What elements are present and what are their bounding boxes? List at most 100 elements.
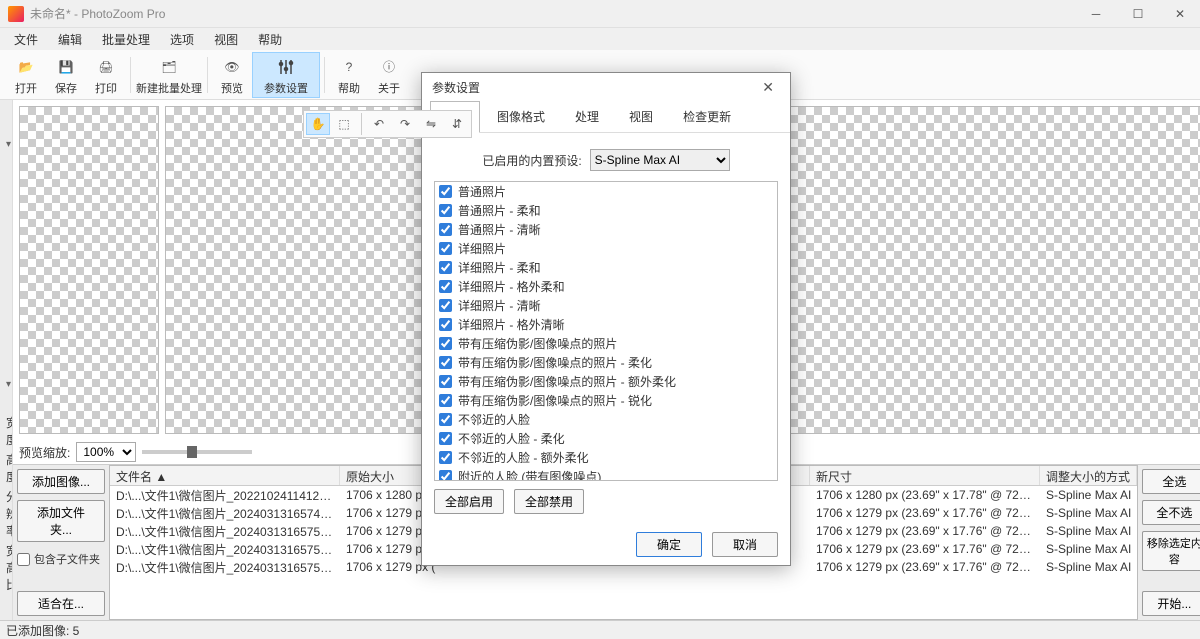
rotate-left-icon[interactable]: ↶: [367, 113, 391, 135]
preset-item[interactable]: 不邻近的人脸 - 柔化: [435, 429, 777, 448]
status-bar: 已添加图像: 5: [0, 620, 1200, 638]
toolbar-open[interactable]: 📂打开: [6, 52, 46, 98]
preset-item[interactable]: 普通照片 - 清晰: [435, 220, 777, 239]
view-tools: ✋ ⬚ ↶ ↷ ⇋ ⇵: [303, 110, 472, 138]
toolbar-help[interactable]: ?帮助: [329, 52, 369, 98]
col-newsize[interactable]: 新尺寸: [810, 466, 1040, 485]
ok-button[interactable]: 确定: [636, 532, 702, 557]
preset-checkbox[interactable]: [439, 451, 452, 464]
hand-tool[interactable]: ✋: [306, 113, 330, 135]
preset-item[interactable]: 详细照片: [435, 239, 777, 258]
preset-checkbox[interactable]: [439, 185, 452, 198]
col-method[interactable]: 调整大小的方式: [1040, 466, 1137, 485]
preset-item[interactable]: 带有压缩伪影/图像噪点的照片 - 锐化: [435, 391, 777, 410]
preset-item[interactable]: 详细照片 - 格外清晰: [435, 315, 777, 334]
rotate-right-icon[interactable]: ↷: [393, 113, 417, 135]
sliders-icon: [275, 56, 297, 78]
app-icon: [8, 6, 24, 22]
preset-checkbox[interactable]: [439, 394, 452, 407]
preset-item[interactable]: 不邻近的人脸: [435, 410, 777, 429]
preset-checkbox[interactable]: [439, 261, 452, 274]
status-added: 已添加图像: 5: [6, 624, 79, 638]
menu-help[interactable]: 帮助: [248, 29, 292, 50]
info-icon: ⓘ: [378, 56, 400, 78]
preset-checkbox[interactable]: [439, 242, 452, 255]
zoom-select[interactable]: 100%: [76, 442, 136, 462]
toolbar-params[interactable]: 参数设置: [252, 52, 320, 98]
preset-checkbox[interactable]: [439, 375, 452, 388]
disable-all-button[interactable]: 全部禁用: [514, 489, 584, 514]
preset-checkbox[interactable]: [439, 299, 452, 312]
close-button[interactable]: ✕: [1168, 4, 1192, 24]
menu-edit[interactable]: 编辑: [48, 29, 92, 50]
tab-view[interactable]: 视图: [616, 101, 666, 132]
menu-file[interactable]: 文件: [4, 29, 48, 50]
start-button[interactable]: 开始...: [1142, 591, 1200, 616]
tab-format[interactable]: 图像格式: [484, 101, 558, 132]
dialog-preset-label: 已启用的内置预设:: [482, 152, 581, 169]
remove-selected-button[interactable]: 移除选定内容: [1142, 531, 1200, 571]
print-icon: 🖨: [95, 56, 117, 78]
batch-icon: 🗂: [158, 56, 180, 78]
flip-v-icon[interactable]: ⇵: [445, 113, 469, 135]
preset-checkbox[interactable]: [439, 318, 452, 331]
preset-item[interactable]: 带有压缩伪影/图像噪点的照片: [435, 334, 777, 353]
preset-checkbox[interactable]: [439, 280, 452, 293]
preset-item[interactable]: 普通照片 - 柔和: [435, 201, 777, 220]
toolbar-print[interactable]: 🖨打印: [86, 52, 126, 98]
tab-update[interactable]: 检查更新: [670, 101, 744, 132]
preset-checkbox[interactable]: [439, 204, 452, 217]
select-all-button[interactable]: 全选: [1142, 469, 1200, 494]
toolbar-new-batch[interactable]: 🗂新建批量处理: [135, 52, 203, 98]
maximize-button[interactable]: ☐: [1126, 4, 1150, 24]
preset-item[interactable]: 详细照片 - 格外柔和: [435, 277, 777, 296]
zoom-slider[interactable]: [142, 450, 252, 454]
menu-options[interactable]: 选项: [160, 29, 204, 50]
fit-button[interactable]: 适合在...: [17, 591, 105, 616]
zoom-label: 预览缩放:: [19, 444, 70, 461]
minimize-button[interactable]: ─: [1084, 4, 1108, 24]
preset-item[interactable]: 详细照片 - 柔和: [435, 258, 777, 277]
dialog-title: 参数设置: [432, 79, 480, 96]
preset-checkbox[interactable]: [439, 432, 452, 445]
save-icon: 💾: [55, 56, 77, 78]
width-label: 宽度:: [6, 414, 13, 448]
subfolder-checkbox[interactable]: [17, 553, 30, 566]
menu-batch[interactable]: 批量处理: [92, 29, 160, 50]
dialog-preset-select[interactable]: S-Spline Max AI: [590, 149, 730, 171]
open-icon: 📂: [15, 56, 37, 78]
col-filename[interactable]: 文件名 ▲: [110, 466, 340, 485]
preset-checkbox[interactable]: [439, 223, 452, 236]
preset-list: 普通照片普通照片 - 柔和普通照片 - 清晰详细照片详细照片 - 柔和详细照片 …: [434, 181, 778, 481]
preset-checkbox[interactable]: [439, 337, 452, 350]
window-title: 未命名* - PhotoZoom Pro: [30, 5, 1084, 22]
preset-item[interactable]: 附近的人脸 (带有图像噪点): [435, 467, 777, 481]
help-icon: ?: [338, 56, 360, 78]
add-image-button[interactable]: 添加图像...: [17, 469, 105, 494]
toolbar-save[interactable]: 💾保存: [46, 52, 86, 98]
thumbnail-canvas[interactable]: [19, 106, 159, 434]
height-label: 高度:: [6, 451, 13, 485]
preset-item[interactable]: 详细照片 - 清晰: [435, 296, 777, 315]
enable-all-button[interactable]: 全部启用: [434, 489, 504, 514]
marquee-tool[interactable]: ⬚: [332, 113, 356, 135]
preset-checkbox[interactable]: [439, 470, 452, 481]
original-dim-label: - x - 英寸: [6, 272, 12, 348]
tab-process[interactable]: 处理: [562, 101, 612, 132]
preset-checkbox[interactable]: [439, 356, 452, 369]
params-dialog: 参数设置 ✕ 预设 图像格式 处理 视图 检查更新 已启用的内置预设: S-Sp…: [421, 72, 791, 566]
flip-h-icon[interactable]: ⇋: [419, 113, 443, 135]
add-folder-button[interactable]: 添加文件夹...: [17, 500, 105, 542]
cancel-button[interactable]: 取消: [712, 532, 778, 557]
menu-view[interactable]: 视图: [204, 29, 248, 50]
eye-icon: 👁: [221, 56, 243, 78]
preset-checkbox[interactable]: [439, 413, 452, 426]
toolbar-about[interactable]: ⓘ关于: [369, 52, 409, 98]
select-none-button[interactable]: 全不选: [1142, 500, 1200, 525]
preset-item[interactable]: 不邻近的人脸 - 额外柔化: [435, 448, 777, 467]
toolbar-preview[interactable]: 👁预览: [212, 52, 252, 98]
preset-item[interactable]: 带有压缩伪影/图像噪点的照片 - 额外柔化: [435, 372, 777, 391]
preset-item[interactable]: 带有压缩伪影/图像噪点的照片 - 柔化: [435, 353, 777, 372]
dialog-close-icon[interactable]: ✕: [756, 79, 780, 96]
preset-item[interactable]: 普通照片: [435, 182, 777, 201]
